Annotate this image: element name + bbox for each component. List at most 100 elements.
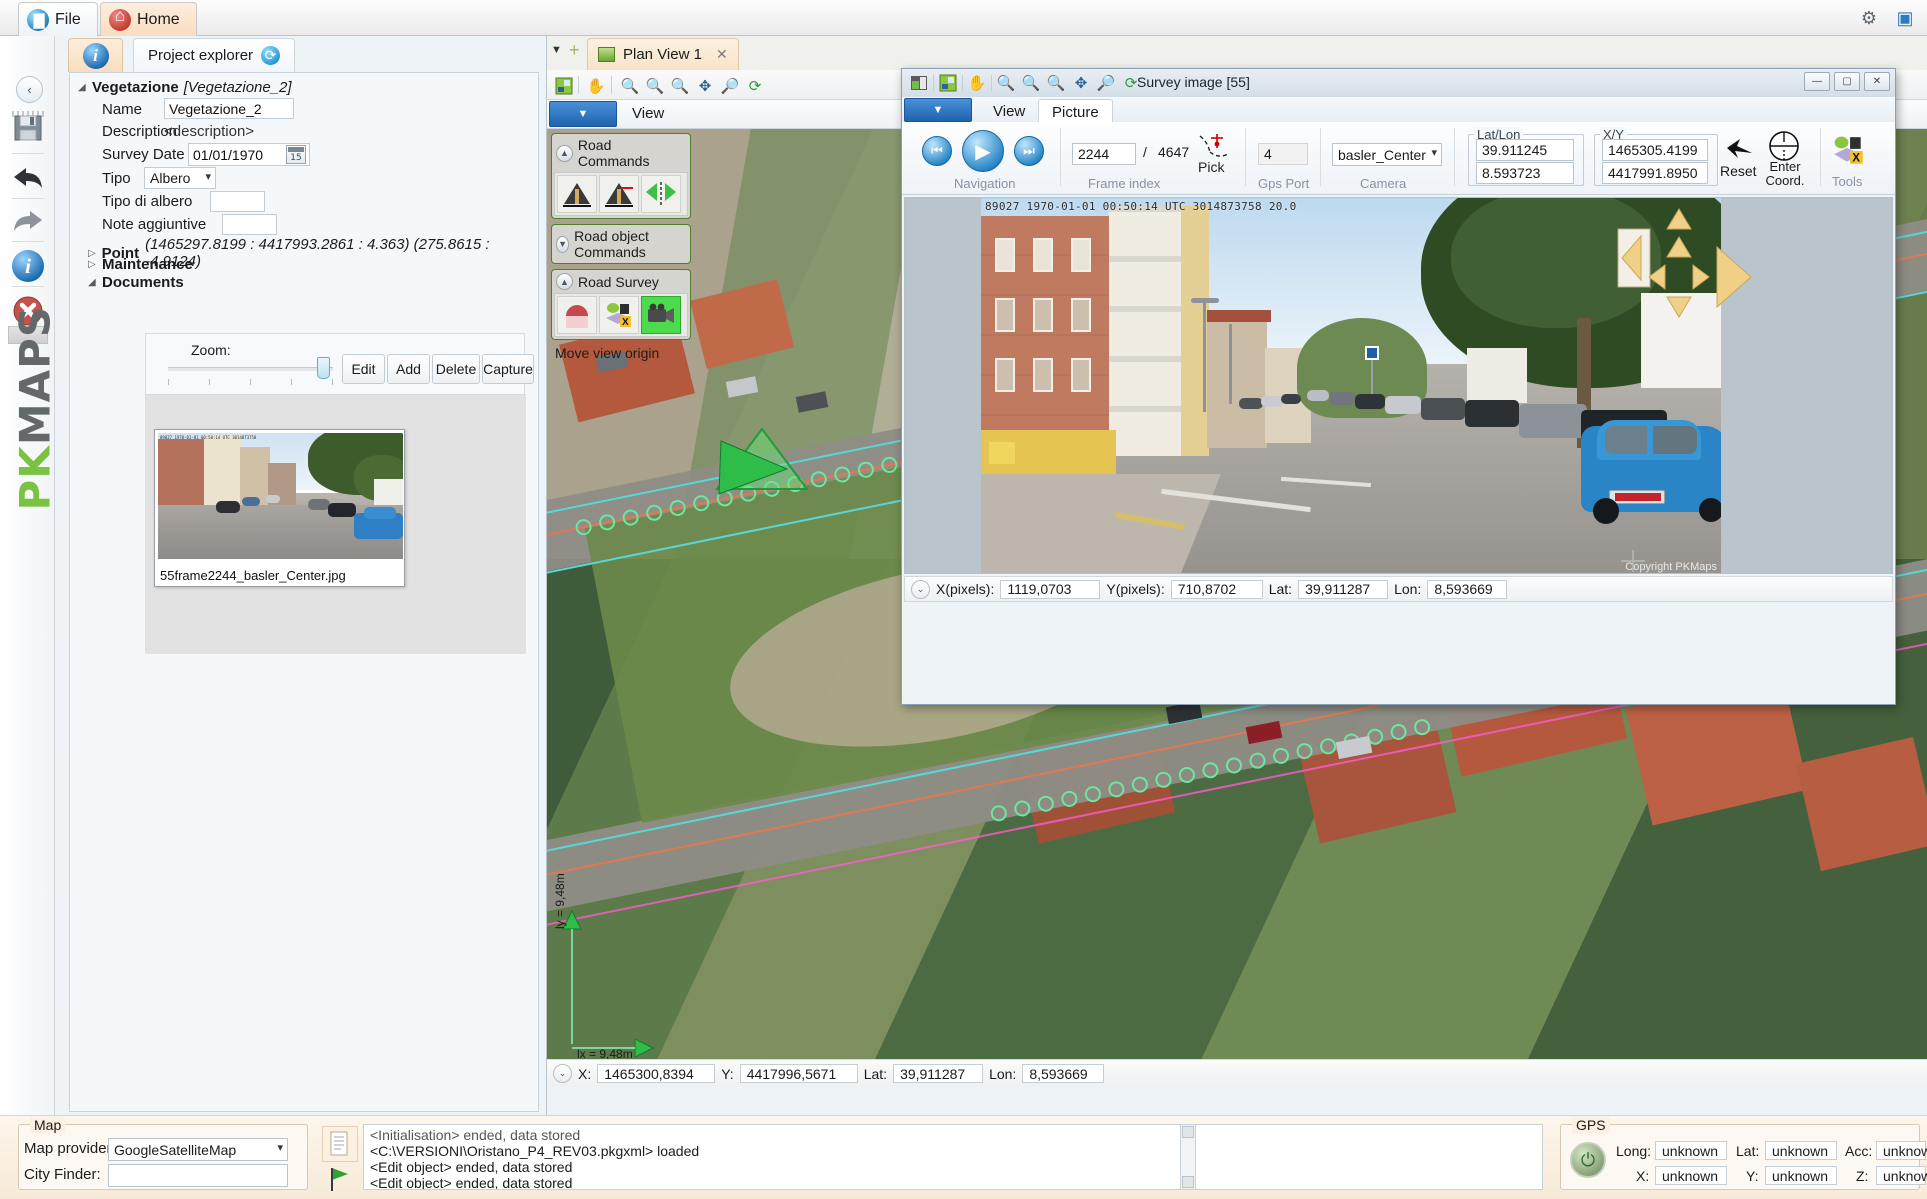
zoom-extents-icon[interactable]: ✥	[694, 75, 716, 97]
new-tab-button[interactable]: +	[569, 40, 580, 61]
tab-info[interactable]: i	[68, 38, 123, 72]
zoom-window-icon[interactable]: 🔍	[1045, 72, 1067, 94]
undo-button[interactable]	[6, 156, 50, 200]
gps-port-input[interactable]: 4	[1258, 143, 1308, 165]
x-input[interactable]: 1465305.4199	[1602, 139, 1708, 161]
minimize-icon[interactable]: —	[1804, 72, 1830, 91]
chevron-down-icon[interactable]: ⌄	[553, 1064, 572, 1083]
collapse-panel-button[interactable]: ‹	[16, 76, 43, 103]
info-button[interactable]: i	[6, 244, 50, 288]
chevron-up-icon[interactable]: ▲	[556, 145, 573, 162]
ribbon-tab-file[interactable]: File	[18, 2, 98, 36]
delete-document-button[interactable]: Delete	[432, 354, 480, 384]
tab-project-explorer[interactable]: Project explorer	[133, 38, 295, 72]
description-field[interactable]: <description>	[164, 123, 254, 140]
capture-document-button[interactable]: Capture	[482, 354, 534, 384]
tree-node-maintenance[interactable]: ▷ Maintenance	[88, 256, 193, 273]
log-document-icon[interactable]	[322, 1126, 358, 1162]
ribbon-tab-view[interactable]: View	[632, 105, 664, 122]
first-frame-icon[interactable]: ⏮	[922, 136, 952, 166]
tree-node-documents[interactable]: ◢ Documents	[88, 274, 184, 291]
tipo-albero-field[interactable]	[210, 191, 265, 212]
road-section-edit-icon[interactable]	[599, 175, 639, 213]
refresh-icon[interactable]: ⟳	[744, 75, 766, 97]
calendar-picker-icon[interactable]: 15	[286, 145, 306, 164]
layout-toggle-icon[interactable]: ▣	[1891, 4, 1919, 32]
name-field[interactable]: Vegetazione_2	[164, 98, 294, 119]
road-section-icon[interactable]	[557, 175, 597, 213]
tree-node-root[interactable]: ◢ Vegetazione [Vegetazione_2]	[78, 79, 292, 96]
tab-view[interactable]: View	[980, 99, 1038, 124]
map-provider-combo[interactable]: GoogleSatelliteMap	[108, 1138, 288, 1161]
zoom-slider-thumb[interactable]	[317, 357, 330, 379]
pan-controls[interactable]	[1647, 203, 1893, 333]
run-flag-icon[interactable]	[322, 1164, 358, 1194]
zoom-in-icon[interactable]: 🔍	[619, 75, 641, 97]
maximize-icon[interactable]: ▢	[1834, 72, 1860, 91]
tab-list-dropdown-icon[interactable]: ▼	[551, 44, 562, 56]
save-button[interactable]	[6, 106, 50, 150]
y-input[interactable]: 4417991.8950	[1602, 162, 1708, 184]
pan-left-control[interactable]	[1617, 228, 1651, 288]
zoom-selected-icon[interactable]: 🔎	[719, 75, 741, 97]
survey-image-canvas[interactable]: 89027 1970-01-01 00:50:14 UTC 3014873758…	[904, 197, 1893, 574]
pan-hand-icon[interactable]: ✋	[585, 75, 607, 97]
settings-gear-icon[interactable]: ⚙	[1855, 4, 1883, 32]
back-arrow-icon[interactable]	[1724, 136, 1754, 164]
group-road-object-commands-header[interactable]: ▼ Road object Commands	[554, 227, 688, 261]
tab-plan-view-1[interactable]: Plan View 1 ✕	[587, 38, 739, 70]
zoom-slider-track[interactable]	[168, 367, 333, 371]
tree-expander[interactable]: ▷	[88, 259, 102, 270]
zoom-selected-icon[interactable]: 🔎	[1095, 72, 1117, 94]
chevron-up-icon[interactable]: ▲	[556, 273, 573, 290]
survey-object-icon[interactable]: X	[599, 296, 639, 334]
power-icon[interactable]: ⏻	[1570, 1142, 1606, 1178]
documents-thumbnail-canvas[interactable]: 89027 1970-01-01 00:50:14 UTC 3014873758…	[146, 394, 526, 654]
tree-expander[interactable]: ◢	[78, 82, 92, 93]
zoom-window-icon[interactable]: 🔍	[669, 75, 691, 97]
note-aggiuntive-field[interactable]	[222, 214, 277, 235]
ribbon-dropdown-button[interactable]: ▼	[549, 101, 617, 127]
map-layer-icon[interactable]	[553, 75, 575, 97]
group-road-survey-header[interactable]: ▲ Road Survey	[554, 272, 688, 291]
play-icon[interactable]: ▶	[962, 130, 1004, 172]
survey-camera-icon[interactable]	[641, 296, 681, 334]
ribbon-tab-home[interactable]: Home	[100, 2, 197, 36]
survey-dome-icon[interactable]	[557, 296, 597, 334]
document-thumbnail-image[interactable]: 89027 1970-01-01 00:50:14 UTC 3014873758	[158, 433, 403, 559]
lon-input[interactable]: 8.593723	[1476, 162, 1574, 184]
group-road-commands-header[interactable]: ▲ Road Commands	[554, 136, 688, 170]
survey-object-icon[interactable]: X	[1832, 134, 1866, 172]
survey-image-window[interactable]: ✋ 🔍 🔍 🔍 ✥ 🔎 ⟳ Survey image [55] — ▢ ✕ ▼ …	[901, 68, 1896, 705]
tree-expander[interactable]: ◢	[88, 277, 102, 288]
log-scrollbar[interactable]	[1180, 1124, 1196, 1190]
city-finder-input[interactable]	[108, 1164, 288, 1187]
survey-window-titlebar[interactable]: ✋ 🔍 🔍 🔍 ✥ 🔎 ⟳ Survey image [55] — ▢ ✕	[902, 69, 1895, 97]
map-layer-icon[interactable]	[937, 72, 959, 94]
last-frame-icon[interactable]: ⏭	[1014, 136, 1044, 166]
enter-coord-label[interactable]: Enter Coord.	[1757, 160, 1813, 188]
tab-picture[interactable]: Picture	[1038, 99, 1113, 124]
tipo-combo[interactable]: Albero	[144, 167, 216, 189]
reset-label[interactable]: Reset	[1720, 163, 1757, 179]
lat-input[interactable]: 39.911245	[1476, 139, 1574, 161]
zoom-out-icon[interactable]: 🔍	[644, 75, 666, 97]
log-output[interactable]: <Initialisation> ended, data stored <C:\…	[363, 1124, 1543, 1190]
refresh-icon[interactable]	[261, 46, 280, 65]
close-icon[interactable]: ✕	[716, 46, 728, 63]
camera-combo[interactable]: basler_Center	[1332, 143, 1442, 166]
survey-photo[interactable]: 89027 1970-01-01 00:50:14 UTC 3014873758…	[981, 198, 1721, 574]
panel-icon[interactable]	[908, 72, 930, 94]
canvas-scrollbar[interactable]	[1880, 262, 1890, 340]
zoom-in-icon[interactable]: 🔍	[995, 72, 1017, 94]
chevron-down-icon[interactable]: ▼	[556, 236, 569, 253]
add-document-button[interactable]: Add	[387, 354, 430, 384]
close-icon[interactable]: ✕	[1864, 72, 1890, 91]
chevron-down-icon[interactable]: ⌄	[911, 580, 930, 599]
redo-button[interactable]	[6, 199, 50, 243]
document-thumbnail-card[interactable]: 89027 1970-01-01 00:50:14 UTC 3014873758…	[154, 429, 405, 587]
pan-hand-icon[interactable]: ✋	[966, 72, 988, 94]
ribbon-dropdown-button[interactable]: ▼	[904, 98, 972, 122]
road-width-icon[interactable]	[641, 175, 681, 213]
zoom-out-icon[interactable]: 🔍	[1020, 72, 1042, 94]
